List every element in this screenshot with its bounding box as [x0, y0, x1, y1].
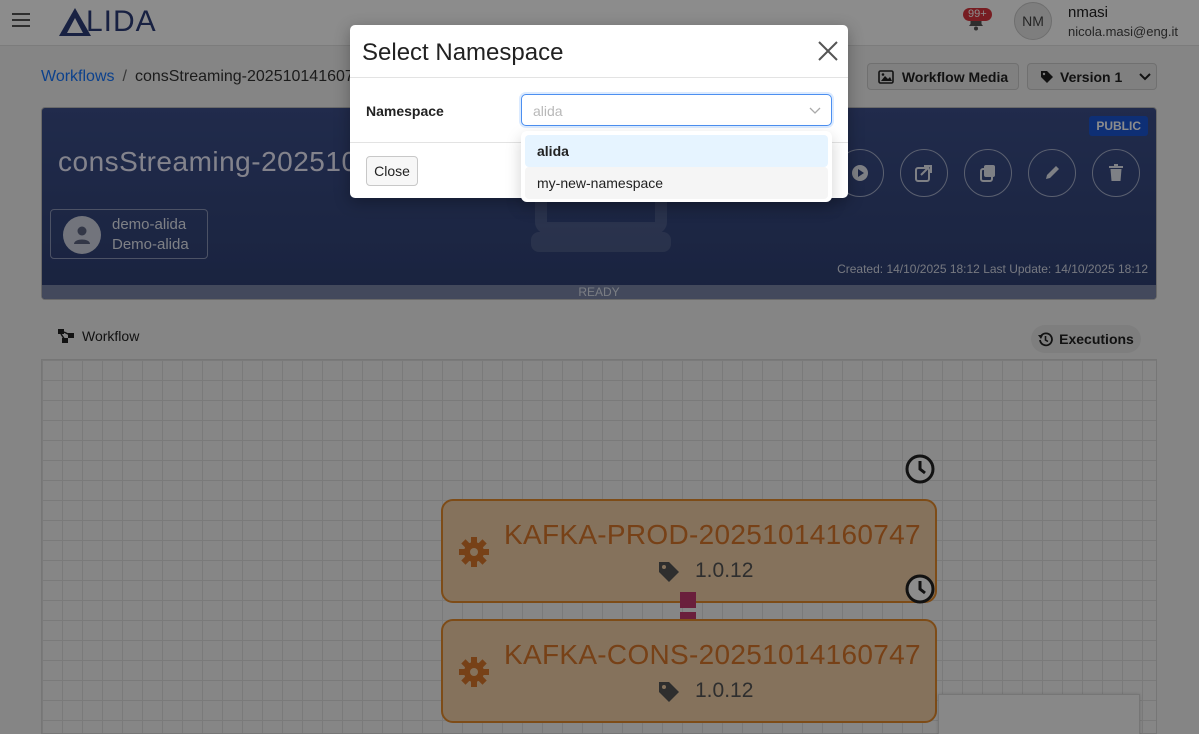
namespace-dropdown: alida my-new-namespace — [521, 131, 832, 202]
modal-title: Select Namespace — [362, 39, 564, 66]
close-icon[interactable] — [817, 40, 839, 62]
namespace-select[interactable]: alida — [521, 94, 832, 126]
chevron-down-icon — [809, 107, 821, 114]
modal-header-divider — [350, 77, 848, 78]
namespace-select-value: alida — [533, 103, 563, 119]
namespace-option-alida[interactable]: alida — [525, 135, 828, 167]
namespace-option-my-new-namespace[interactable]: my-new-namespace — [525, 167, 828, 199]
close-button[interactable]: Close — [366, 156, 418, 186]
namespace-label: Namespace — [366, 103, 444, 119]
